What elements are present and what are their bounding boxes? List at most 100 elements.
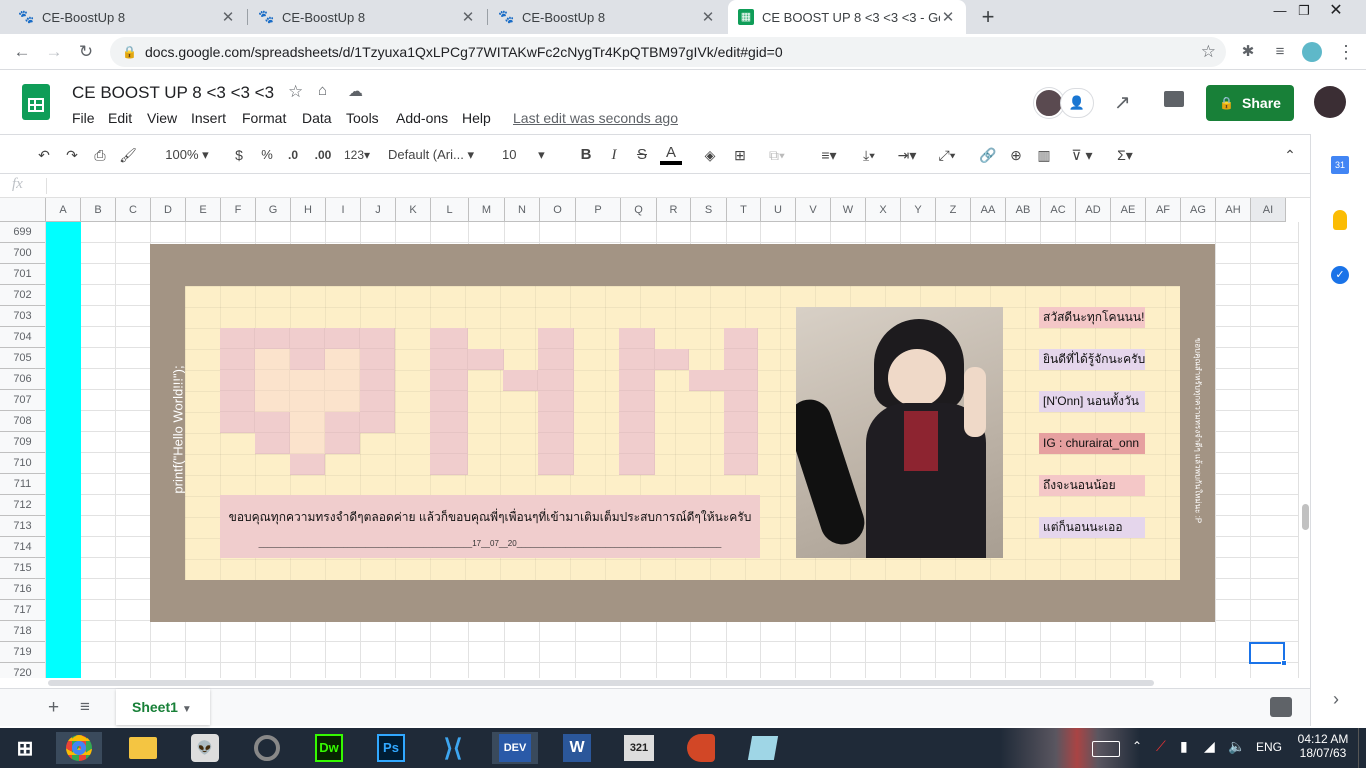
- column-header[interactable]: Y: [901, 198, 936, 222]
- comments-history-icon[interactable]: 👤: [1060, 88, 1094, 118]
- share-button[interactable]: 🔒 Share: [1206, 85, 1294, 121]
- column-header[interactable]: AG: [1181, 198, 1216, 222]
- menu-format[interactable]: Format: [242, 110, 286, 126]
- reload-icon[interactable]: ↻: [74, 41, 98, 63]
- row-header[interactable]: 709: [0, 432, 46, 453]
- column-header[interactable]: AC: [1041, 198, 1076, 222]
- column-header[interactable]: V: [796, 198, 831, 222]
- merge-cells-icon[interactable]: ⧉▾: [760, 145, 794, 165]
- row-header[interactable]: 717: [0, 600, 46, 621]
- column-header[interactable]: L: [431, 198, 469, 222]
- vscode-icon[interactable]: ⟩⟨: [430, 732, 476, 764]
- wifi-icon[interactable]: ◢: [1204, 738, 1215, 755]
- currency-format-button[interactable]: $: [230, 145, 248, 165]
- volume-icon[interactable]: 🔈: [1228, 738, 1245, 755]
- row-header[interactable]: 716: [0, 579, 46, 600]
- strikethrough-button[interactable]: S: [632, 145, 652, 165]
- forward-icon[interactable]: →: [42, 41, 66, 63]
- column-header[interactable]: D: [151, 198, 186, 222]
- column-header[interactable]: C: [116, 198, 151, 222]
- sheets-logo-icon[interactable]: [22, 84, 50, 120]
- row-header[interactable]: 702: [0, 285, 46, 306]
- move-folder-icon[interactable]: ⌂: [318, 82, 327, 99]
- redo-icon[interactable]: ↷: [62, 145, 82, 165]
- show-desktop-button[interactable]: [1358, 728, 1366, 768]
- column-header[interactable]: A: [46, 198, 81, 222]
- tab-close-icon[interactable]: ✕: [460, 8, 476, 26]
- dreamweaver-icon[interactable]: Dw: [306, 732, 352, 764]
- row-header[interactable]: 718: [0, 621, 46, 642]
- text-rotation-icon[interactable]: ⤢▾: [930, 145, 964, 165]
- column-header[interactable]: R: [657, 198, 691, 222]
- column-header[interactable]: X: [866, 198, 901, 222]
- text-wrapping-icon[interactable]: ⇥▾: [890, 145, 924, 165]
- browser-menu-icon[interactable]: ⋮: [1334, 41, 1358, 63]
- filter-icon[interactable]: ⊽ ▾: [1062, 145, 1102, 165]
- horizontal-scroll-thumb[interactable]: [48, 680, 1154, 686]
- keyboard-icon[interactable]: [1092, 741, 1120, 757]
- vertical-scroll-thumb[interactable]: [1302, 504, 1309, 530]
- bold-button[interactable]: B: [576, 145, 596, 165]
- row-header[interactable]: 708: [0, 411, 46, 432]
- row-header[interactable]: 720: [0, 663, 46, 678]
- windows-start-icon[interactable]: ⊞: [2, 732, 48, 764]
- profile-avatar[interactable]: [1302, 42, 1322, 62]
- row-header[interactable]: 701: [0, 264, 46, 285]
- new-tab-button[interactable]: +: [976, 4, 1000, 30]
- column-header[interactable]: AD: [1076, 198, 1111, 222]
- undo-icon[interactable]: ↶: [34, 145, 54, 165]
- column-header[interactable]: H: [291, 198, 326, 222]
- column-header[interactable]: AE: [1111, 198, 1146, 222]
- spreadsheet-grid[interactable]: A B C D E F G H I J K L M N O P Q R S T U V W X Y Z AA AB AC AD AE AF AG…: [0, 198, 1310, 678]
- percent-format-button[interactable]: %: [258, 145, 276, 165]
- blender-app-icon[interactable]: [244, 732, 290, 764]
- row-header[interactable]: 705: [0, 348, 46, 369]
- row-header[interactable]: 700: [0, 243, 46, 264]
- select-all-corner[interactable]: [0, 198, 46, 222]
- browser-tab-active[interactable]: ▦ CE BOOST UP 8 <3 <3 <3 - Go ✕: [728, 0, 966, 34]
- print-icon[interactable]: ⎙: [90, 145, 110, 165]
- address-bar[interactable]: 🔒 docs.google.com/spreadsheets/d/1Tzyuxa…: [110, 37, 1226, 67]
- row-header[interactable]: 710: [0, 453, 46, 474]
- insert-comment-icon[interactable]: ⊕: [1006, 145, 1026, 165]
- sheet-tab-sheet1[interactable]: Sheet1 ▼: [116, 689, 210, 725]
- word-icon[interactable]: W: [554, 732, 600, 764]
- browser-tab-2[interactable]: 🐾 CE-BoostUp 8 ✕: [248, 0, 486, 34]
- column-header[interactable]: AH: [1216, 198, 1251, 222]
- decrease-decimal-button[interactable]: .0: [282, 145, 304, 165]
- calendar-icon[interactable]: 31: [1331, 156, 1349, 174]
- close-window-button[interactable]: ✕: [1316, 0, 1356, 22]
- column-header[interactable]: O: [540, 198, 576, 222]
- explore-icon[interactable]: [1270, 697, 1292, 717]
- notes-app-icon[interactable]: [740, 732, 786, 764]
- menu-file[interactable]: File: [72, 110, 95, 126]
- more-formats-button[interactable]: 123▾: [340, 145, 374, 165]
- star-icon[interactable]: ☆: [288, 82, 303, 102]
- expand-panel-icon[interactable]: ›: [1333, 689, 1339, 710]
- column-header[interactable]: AB: [1006, 198, 1041, 222]
- tray-app-icon[interactable]: ⟋: [1156, 738, 1166, 755]
- back-icon[interactable]: ←: [10, 41, 34, 63]
- chrome-icon[interactable]: [56, 732, 102, 764]
- formula-input[interactable]: [52, 177, 1302, 195]
- extensions-icon[interactable]: ✱: [1236, 41, 1260, 63]
- row-header[interactable]: 715: [0, 558, 46, 579]
- column-header[interactable]: S: [691, 198, 727, 222]
- menu-view[interactable]: View: [147, 110, 177, 126]
- increase-decimal-button[interactable]: .00: [310, 145, 336, 165]
- column-header[interactable]: T: [727, 198, 761, 222]
- row-header[interactable]: 712: [0, 495, 46, 516]
- zoom-select[interactable]: 100% ▾: [158, 145, 216, 165]
- tab-close-icon[interactable]: ✕: [700, 8, 716, 26]
- italic-button[interactable]: I: [604, 145, 624, 165]
- keep-icon[interactable]: [1333, 210, 1347, 230]
- file-explorer-icon[interactable]: [120, 732, 166, 764]
- insert-link-icon[interactable]: 🔗: [978, 145, 998, 165]
- selected-cell[interactable]: [1249, 642, 1287, 666]
- column-header[interactable]: K: [396, 198, 431, 222]
- font-size-select[interactable]: 10 ▾: [502, 145, 562, 165]
- add-sheet-button[interactable]: +: [48, 697, 59, 719]
- horizontal-align-icon[interactable]: ≡▾: [812, 145, 846, 165]
- column-header[interactable]: W: [831, 198, 866, 222]
- alien-app-icon[interactable]: 👽: [182, 732, 228, 764]
